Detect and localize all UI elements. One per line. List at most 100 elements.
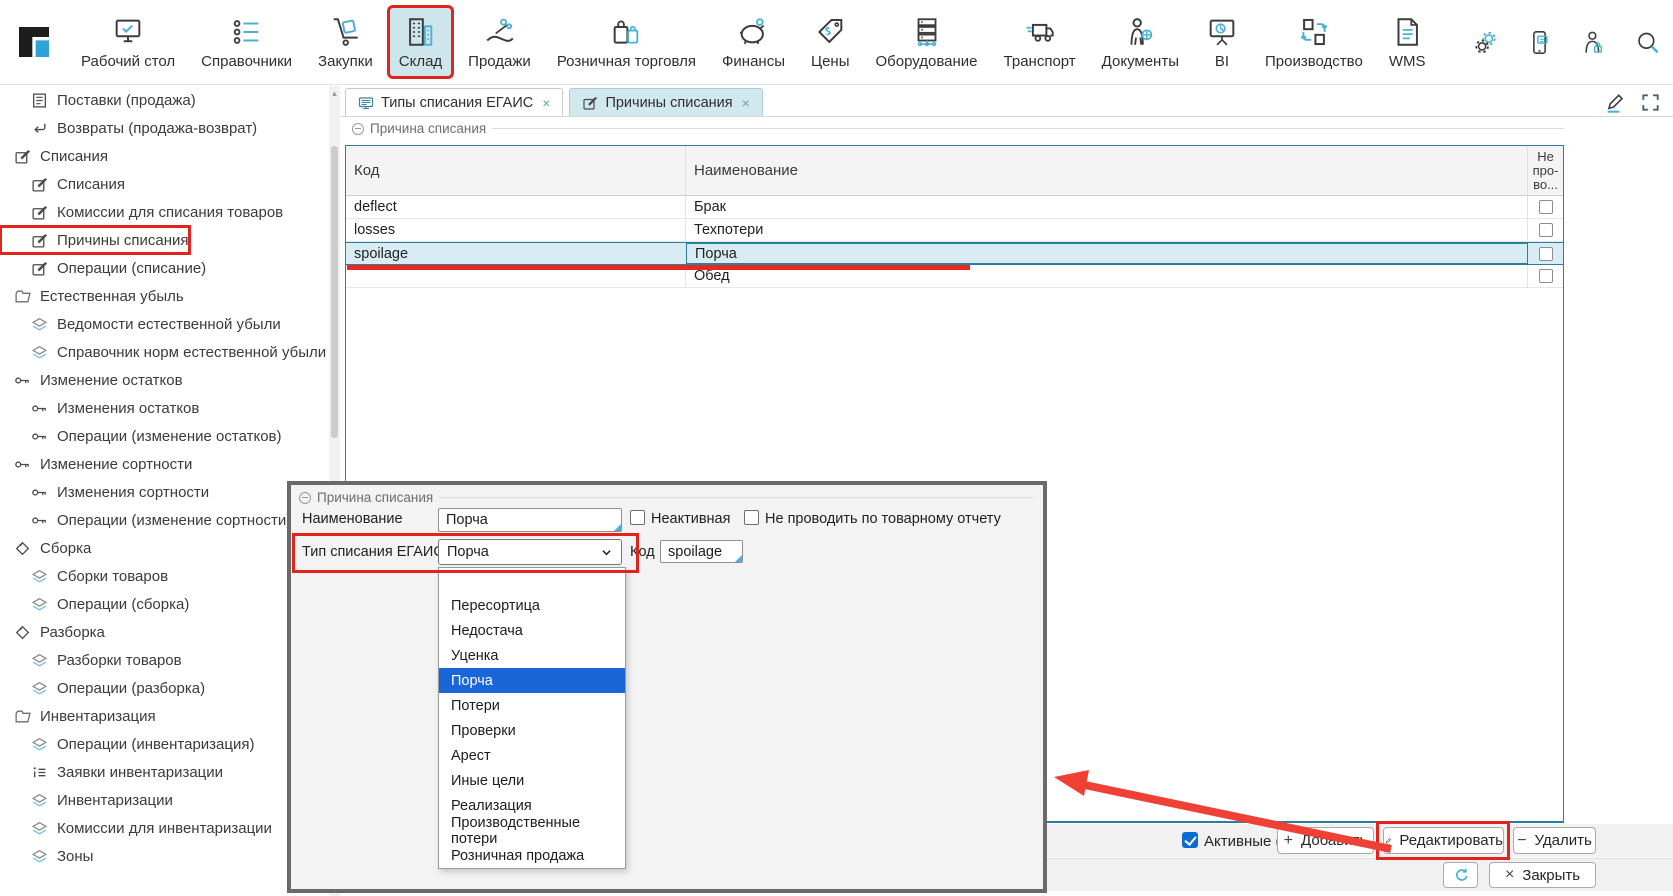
- refresh-button[interactable]: [1443, 862, 1478, 888]
- edit-pencil-icon[interactable]: [1603, 92, 1624, 113]
- search-icon[interactable]: [1634, 29, 1661, 56]
- nav-item-person-globe[interactable]: Документы: [1093, 8, 1188, 76]
- cell-code[interactable]: deflect: [346, 196, 686, 218]
- close-button[interactable]: × Закрыть: [1489, 862, 1596, 888]
- row-checkbox[interactable]: [1539, 200, 1553, 214]
- nav-item-production[interactable]: Производство: [1256, 8, 1372, 76]
- nav-item-wms[interactable]: WMS: [1380, 8, 1435, 76]
- nav-item-retail[interactable]: Розничная торговля: [548, 8, 705, 76]
- dropdown-option[interactable]: Иные цели: [439, 768, 625, 793]
- nav-item-desktop[interactable]: Рабочий стол: [72, 8, 184, 76]
- cell-name[interactable]: Порча: [686, 243, 1528, 264]
- cell-code[interactable]: spoilage: [346, 243, 686, 264]
- sidebar-item[interactable]: Поставки (продажа): [0, 86, 329, 114]
- edit-button[interactable]: Редактировать: [1383, 827, 1504, 854]
- tab-close-icon[interactable]: ×: [742, 95, 750, 111]
- sidebar-item[interactable]: Операции (инвентаризация): [0, 730, 329, 758]
- tab-active[interactable]: Причины списания×: [569, 88, 762, 116]
- nav-item-price[interactable]: Цены: [802, 8, 859, 76]
- dropdown-option[interactable]: Арест: [439, 743, 625, 768]
- nav-item-sales[interactable]: Продажи: [459, 8, 540, 76]
- dropdown-option[interactable]: Производственные потери: [439, 818, 625, 843]
- column-header-flag[interactable]: Не про-во...: [1528, 146, 1563, 195]
- sidebar-item[interactable]: Зоны: [0, 842, 329, 870]
- dropdown-option[interactable]: Пересортица: [439, 593, 625, 618]
- inactive-checkbox[interactable]: [630, 510, 645, 525]
- nav-item-building[interactable]: Склад: [390, 8, 451, 76]
- user-lock-icon[interactable]: [1580, 29, 1607, 56]
- code-input[interactable]: spoilage: [660, 540, 743, 563]
- sidebar-item[interactable]: Изменение сортности: [0, 450, 329, 478]
- row-checkbox[interactable]: [1539, 269, 1553, 283]
- sidebar-item[interactable]: Операции (изменение остатков): [0, 422, 329, 450]
- expand-icon[interactable]: [1640, 92, 1661, 113]
- sidebar-item[interactable]: Инвентаризация: [0, 702, 329, 730]
- layers-icon: [31, 848, 48, 865]
- sidebar-item[interactable]: Операции (списание): [0, 254, 329, 282]
- table-row[interactable]: spoilageПорча: [346, 242, 1563, 265]
- nav-item-piggy[interactable]: Финансы: [713, 8, 794, 76]
- nav-item-presentation[interactable]: BI: [1196, 8, 1248, 76]
- scroll-up-arrow[interactable]: ▲: [330, 89, 339, 98]
- column-header-code[interactable]: Код: [346, 146, 686, 195]
- row-checkbox[interactable]: [1539, 223, 1553, 237]
- sidebar-item[interactable]: Списания: [0, 142, 329, 170]
- sidebar-item[interactable]: Естественная убыль: [0, 282, 329, 310]
- cell-code[interactable]: losses: [346, 219, 686, 241]
- dropdown-option[interactable]: Розничная продажа: [439, 843, 625, 868]
- dropdown-option[interactable]: Потери: [439, 693, 625, 718]
- dropdown-option[interactable]: Недостача: [439, 618, 625, 643]
- add-button[interactable]: + Добавить: [1277, 827, 1374, 854]
- sidebar-item[interactable]: Разборка: [0, 618, 329, 646]
- cell-name[interactable]: Брак: [686, 196, 1528, 218]
- dropdown-option[interactable]: Порча: [439, 668, 625, 693]
- nav-item-cart[interactable]: Закупки: [309, 8, 382, 76]
- cell-name[interactable]: Техпотери: [686, 219, 1528, 241]
- settings-icon[interactable]: [1472, 29, 1499, 56]
- tab-close-icon[interactable]: ×: [542, 95, 550, 111]
- sidebar-item[interactable]: Сборка: [0, 534, 329, 562]
- layers-icon: [31, 596, 48, 613]
- dropdown-option[interactable]: Уценка: [439, 643, 625, 668]
- sidebar-item[interactable]: Комиссии для инвентаризации: [0, 814, 329, 842]
- nav-item-truck[interactable]: Транспорт: [995, 8, 1085, 76]
- sidebar-item[interactable]: Списания: [0, 170, 329, 198]
- sidebar-item[interactable]: Изменение остатков: [0, 366, 329, 394]
- dialog-collapse-icon[interactable]: [299, 492, 311, 504]
- nav-item-equipment[interactable]: Оборудование: [867, 8, 987, 76]
- sidebar-item[interactable]: Операции (сборка): [0, 590, 329, 618]
- tab-inactive[interactable]: Типы списания ЕГАИС ×: [345, 88, 563, 116]
- sidebar-item[interactable]: Изменения остатков: [0, 394, 329, 422]
- collapse-icon[interactable]: [352, 123, 364, 135]
- sidebar-item[interactable]: Сборки товаров: [0, 562, 329, 590]
- table-row[interactable]: deflectБрак: [346, 196, 1563, 219]
- diamond-icon: [14, 624, 31, 641]
- dropdown-option[interactable]: Проверки: [439, 718, 625, 743]
- sidebar-item[interactable]: Изменения сортности: [0, 478, 329, 506]
- delete-button[interactable]: − Удалить: [1513, 827, 1596, 854]
- sidebar-item[interactable]: Возвраты (продажа-возврат): [0, 114, 329, 142]
- sidebar-item[interactable]: Справочник норм естественной убыли: [0, 338, 329, 366]
- sidebar-item[interactable]: Инвентаризации: [0, 786, 329, 814]
- no-report-checkbox[interactable]: [744, 510, 759, 525]
- column-header-name[interactable]: Наименование: [686, 146, 1528, 195]
- name-input[interactable]: Порча: [438, 508, 622, 532]
- nav-item-label: Документы: [1102, 53, 1179, 70]
- tab-label: Типы списания ЕГАИС: [381, 95, 533, 111]
- cell-flag: [1528, 265, 1563, 287]
- sidebar-item[interactable]: Операции (изменение сортности): [0, 506, 329, 534]
- sidebar-item[interactable]: Операции (разборка): [0, 674, 329, 702]
- sidebar-item[interactable]: Причины списания: [0, 226, 190, 254]
- sidebar-item[interactable]: Заявки инвентаризации: [0, 758, 329, 786]
- scrollbar-thumb[interactable]: [331, 146, 338, 438]
- row-checkbox[interactable]: [1539, 247, 1553, 261]
- sidebar-item[interactable]: Ведомости естественной убыли: [0, 310, 329, 338]
- dropdown-option[interactable]: [439, 568, 625, 593]
- sidebar-item[interactable]: Комиссии для списания товаров: [0, 198, 329, 226]
- active-filter-checkbox[interactable]: [1182, 832, 1198, 848]
- nav-item-list[interactable]: Справочники: [192, 8, 301, 76]
- egais-type-select[interactable]: Порча: [438, 539, 622, 565]
- sidebar-item[interactable]: Разборки товаров: [0, 646, 329, 674]
- table-row[interactable]: lossesТехпотери: [346, 219, 1563, 242]
- messages-icon[interactable]: [1526, 29, 1553, 56]
